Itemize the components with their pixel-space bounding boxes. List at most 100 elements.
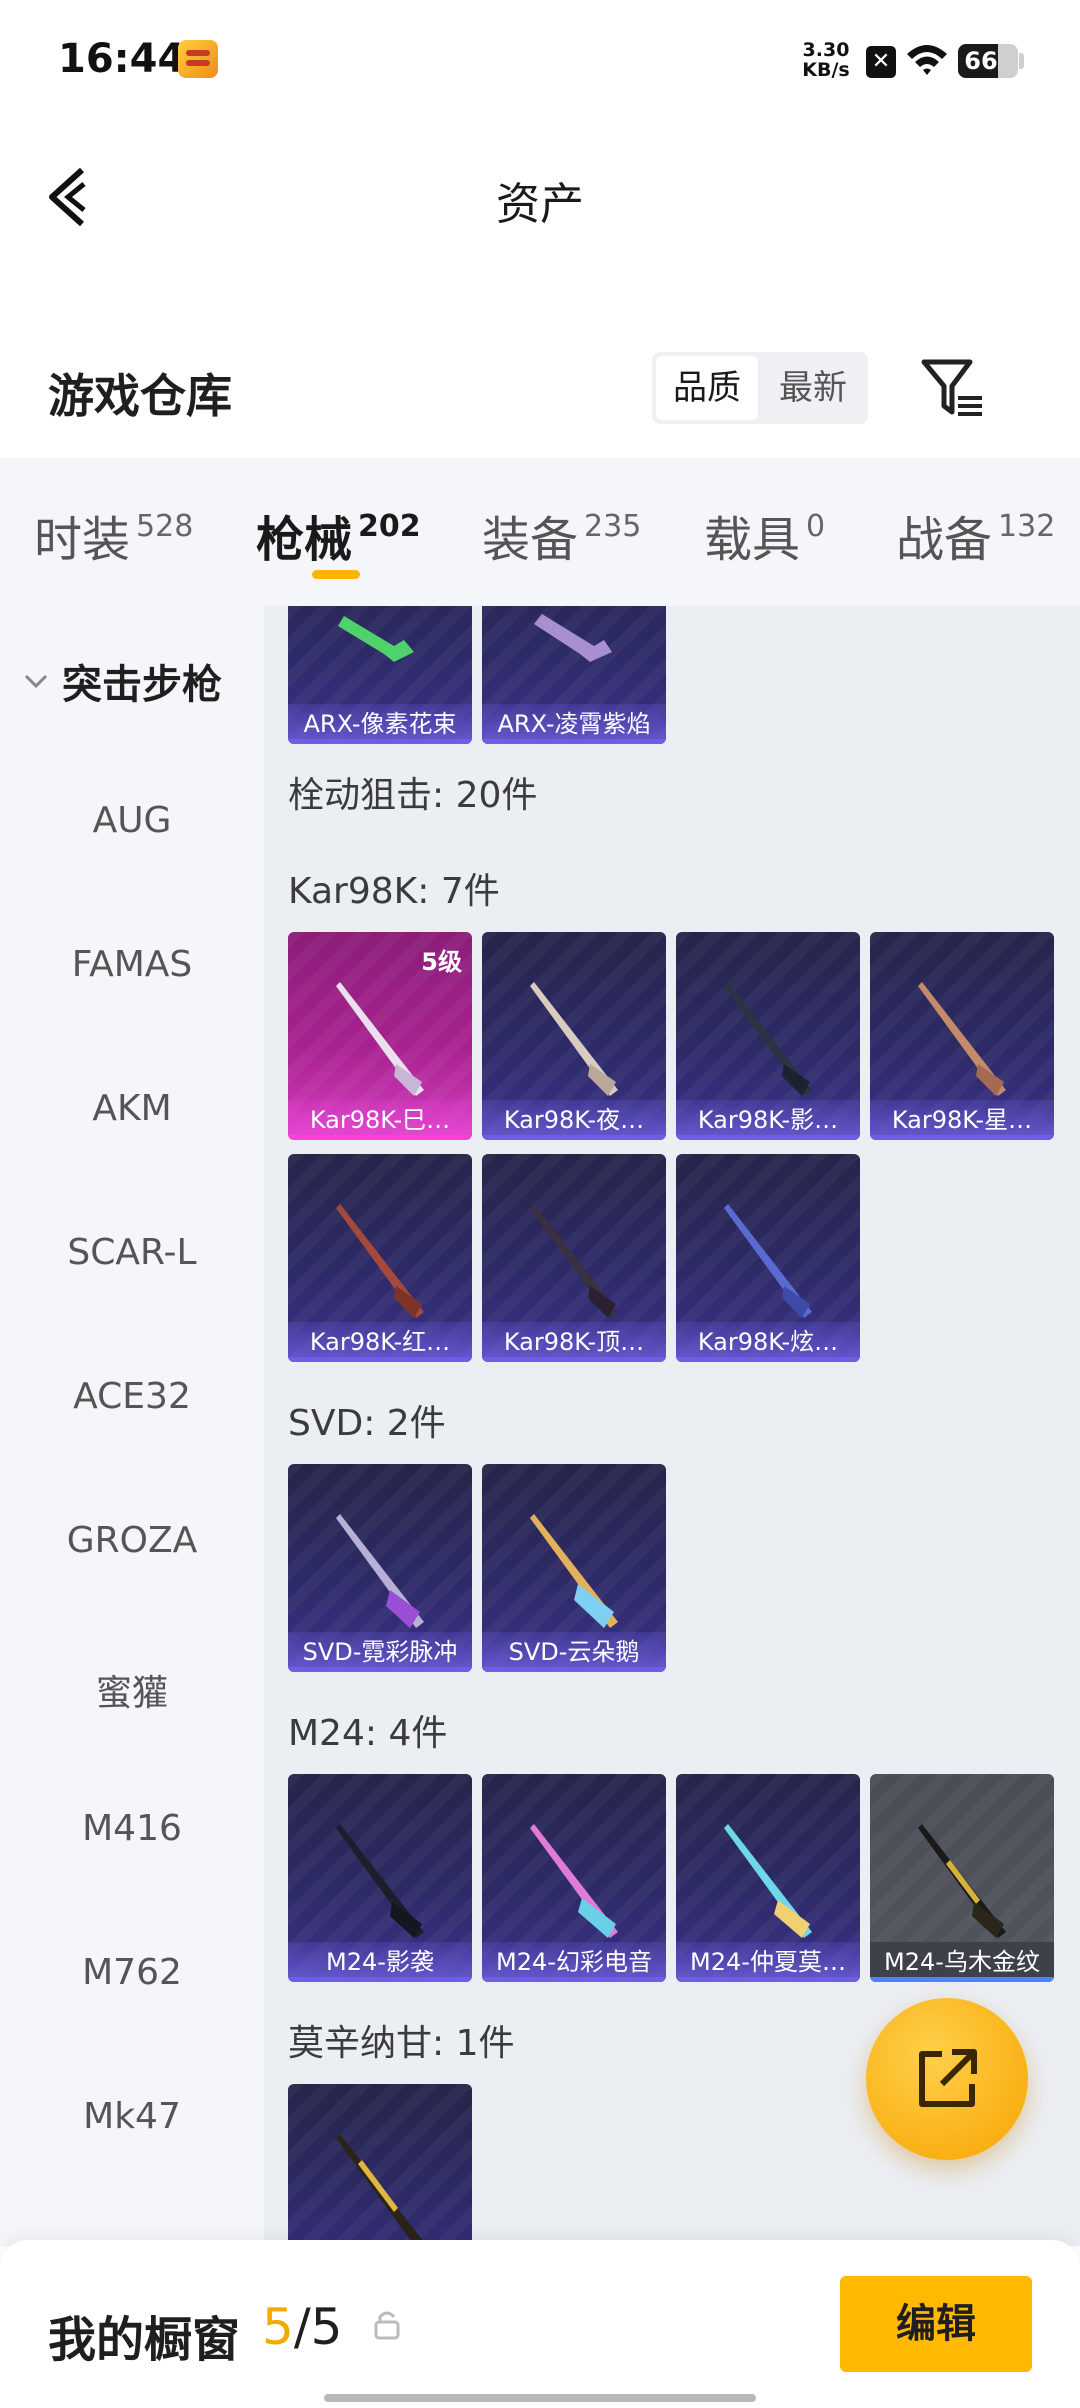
sniper-skin-icon	[724, 1824, 812, 1938]
sort-toggle: 品质 最新	[652, 352, 868, 424]
tab-count: 528	[136, 509, 194, 544]
sniper-skin-icon	[530, 1824, 618, 1938]
weapon-card[interactable]: M24-乌木金纹	[870, 1774, 1054, 1982]
weapon-card[interactable]: M24-影袭	[288, 1774, 472, 1982]
weapon-card[interactable]: Kar98K-影…	[676, 932, 860, 1140]
tab-vehicles[interactable]: 载具 0	[704, 500, 825, 570]
active-tab-indicator	[312, 570, 360, 579]
chevron-down-icon	[24, 674, 48, 689]
weapon-card-name: Kar98K-巳…	[288, 1100, 472, 1140]
battery-indicator: 66	[958, 44, 1018, 78]
sidebar-group-assault-rifles[interactable]: 突击步枪	[18, 652, 222, 710]
sidebar-item-mk47[interactable]: Mk47	[0, 2096, 264, 2137]
rifle-skin-icon	[534, 614, 612, 662]
weapon-card[interactable]: 5级 Kar98K-巳…	[288, 932, 472, 1140]
page-title: 资产	[496, 179, 584, 230]
status-bar: 16:44 3.30 KB/s ✕ 66	[0, 0, 1080, 120]
battery-percent: 66	[964, 47, 998, 75]
sniper-skin-icon	[530, 1204, 618, 1318]
sidebar-group-label: 突击步枪	[62, 662, 222, 708]
sidebar-item-m762[interactable]: M762	[0, 1952, 264, 1993]
rifle-skin-icon	[338, 616, 414, 662]
group-label-kar98k: Kar98K: 7件	[288, 871, 500, 912]
tab-label: 战备	[896, 512, 993, 568]
edit-button[interactable]: 编辑	[840, 2276, 1032, 2372]
weapon-card-name: Kar98K-顶…	[482, 1322, 666, 1362]
weapon-card-name: SVD-云朵鹅	[482, 1632, 666, 1672]
weapon-card-name: SVD-霓彩脉冲	[288, 1632, 472, 1672]
lock-icon	[374, 2311, 400, 2340]
weapon-card-name: Kar98K-红…	[288, 1322, 472, 1362]
sniper-skin-icon	[336, 1514, 424, 1628]
sidebar-item-ace32[interactable]: ACE32	[0, 1376, 264, 1417]
showcase-current: 5	[262, 2298, 294, 2356]
tab-label: 枪械	[256, 512, 353, 568]
sidebar-item-aug[interactable]: AUG	[0, 800, 264, 841]
weapon-card-name: ARX-凌霄紫焰	[482, 704, 666, 744]
sidebar-item-m416[interactable]: M416	[0, 1808, 264, 1849]
weapon-card[interactable]	[288, 2084, 472, 2246]
showcase-separator: /	[293, 2298, 311, 2356]
battery-tip	[1019, 53, 1024, 69]
weapon-card[interactable]: M24-仲夏莫…	[676, 1774, 860, 1982]
sort-quality-button[interactable]: 品质	[656, 356, 758, 420]
weapon-card[interactable]: SVD-霓彩脉冲	[288, 1464, 472, 1672]
sidebar-item-akm[interactable]: AKM	[0, 1088, 264, 1129]
tab-label: 时装	[34, 512, 131, 568]
sort-newest-button[interactable]: 最新	[762, 356, 864, 420]
tab-count: 235	[584, 509, 642, 544]
no-sim-icon: ✕	[866, 46, 896, 78]
sidebar-item-scar-l[interactable]: SCAR-L	[0, 1232, 264, 1273]
group-label-mosin: 莫辛纳甘: 1件	[288, 2023, 515, 2064]
home-indicator[interactable]	[324, 2394, 756, 2402]
sniper-skin-icon	[724, 1204, 812, 1318]
weapon-card[interactable]: SVD-云朵鹅	[482, 1464, 666, 1672]
weapon-card-name: M24-幻彩电音	[482, 1942, 666, 1982]
sniper-skin-icon	[918, 1824, 1006, 1938]
game-app-icon	[178, 40, 218, 78]
weapon-type-sidebar	[0, 606, 264, 2246]
group-label-svd: SVD: 2件	[288, 1403, 446, 1444]
filter-icon[interactable]	[920, 356, 986, 420]
tab-count: 202	[358, 509, 421, 544]
sidebar-item-groza[interactable]: GROZA	[0, 1520, 264, 1561]
weapon-card[interactable]: Kar98K-夜…	[482, 932, 666, 1140]
showcase-total: 5	[310, 2298, 343, 2356]
tab-fashion[interactable]: 时装 528	[34, 500, 193, 570]
weapon-card-name: Kar98K-星…	[870, 1100, 1054, 1140]
sniper-skin-icon	[918, 982, 1006, 1096]
sniper-skin-icon	[336, 2134, 424, 2246]
status-time: 16:44	[58, 36, 186, 82]
weapon-card-name: Kar98K-影…	[676, 1100, 860, 1140]
tab-supplies[interactable]: 战备 132	[896, 500, 1055, 570]
share-icon	[919, 2049, 977, 2107]
weapon-card[interactable]: ARX-凌霄紫焰	[482, 606, 666, 744]
weapon-card-name: Kar98K-夜…	[482, 1100, 666, 1140]
sidebar-item-famas[interactable]: FAMAS	[0, 944, 264, 985]
weapon-card-name: ARX-像素花束	[288, 704, 472, 744]
warehouse-title: 游戏仓库	[48, 369, 232, 423]
sniper-skin-icon	[724, 982, 812, 1096]
tab-firearms[interactable]: 枪械 202	[256, 500, 421, 570]
showcase-label: 我的橱窗	[48, 2312, 241, 2368]
tab-label: 装备	[482, 512, 579, 568]
sniper-skin-icon	[530, 982, 618, 1096]
sniper-skin-icon	[336, 1824, 424, 1938]
weapon-card-name: M24-影袭	[288, 1942, 472, 1982]
weapon-card[interactable]: Kar98K-顶…	[482, 1154, 666, 1362]
sidebar-item-honey-badger[interactable]: 蜜獾	[0, 1664, 264, 1716]
weapon-card[interactable]: Kar98K-星…	[870, 932, 1054, 1140]
tab-count: 132	[998, 509, 1056, 544]
tab-count: 0	[806, 509, 826, 544]
weapon-card[interactable]: ARX-像素花束	[288, 606, 472, 744]
network-speed-value: 3.30	[802, 39, 850, 61]
tab-label: 载具	[704, 512, 801, 568]
weapon-card[interactable]: Kar98K-炫…	[676, 1154, 860, 1362]
weapon-card[interactable]: Kar98K-红…	[288, 1154, 472, 1362]
weapon-card[interactable]: M24-幻彩电音	[482, 1774, 666, 1982]
weapon-card-name: M24-乌木金纹	[870, 1942, 1054, 1982]
tab-equipment[interactable]: 装备 235	[482, 500, 641, 570]
showcase-count: 5/5	[262, 2298, 342, 2356]
share-button[interactable]	[866, 1998, 1028, 2160]
sniper-skin-icon	[530, 1514, 618, 1628]
